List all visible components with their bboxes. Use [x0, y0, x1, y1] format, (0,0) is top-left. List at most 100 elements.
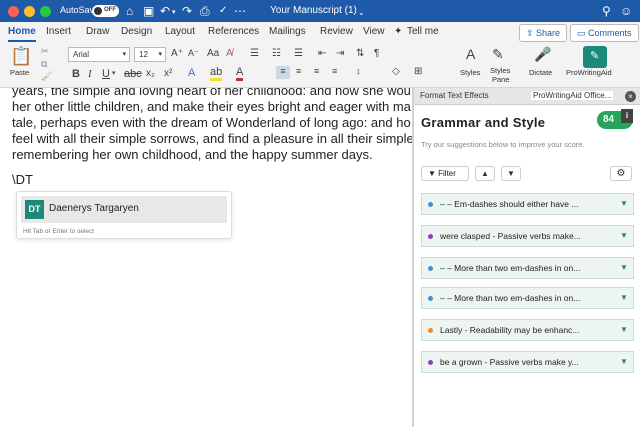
home-icon[interactable]: ⌂: [126, 3, 133, 19]
increase-indent-icon[interactable]: ⇥: [336, 48, 344, 59]
show-formatting-icon[interactable]: ¶: [374, 48, 379, 59]
expand-icon[interactable]: ▼: [620, 199, 628, 208]
bold-icon[interactable]: B: [72, 68, 80, 80]
tab-design[interactable]: Design: [121, 26, 152, 37]
subscript-icon[interactable]: x₂: [146, 68, 155, 79]
expand-icon[interactable]: ▼: [620, 231, 628, 240]
issue-item[interactable]: were clasped - Passive verbs make... ▼: [421, 225, 634, 247]
print-icon[interactable]: ⎙: [200, 3, 210, 19]
styles-pane-icon[interactable]: ✎: [492, 46, 504, 63]
document-body[interactable]: years, the simple and loving heart of he…: [0, 88, 412, 427]
issue-item[interactable]: – – More than two em-dashes in on... ▼: [421, 257, 634, 279]
autocomplete-hint: Hit Tab or Enter to select: [23, 228, 95, 235]
filter-button[interactable]: ▼ Filter: [421, 166, 469, 181]
microphone-icon[interactable]: 🎤: [534, 46, 551, 63]
change-case-icon[interactable]: Aa: [207, 48, 219, 59]
save-icon[interactable]: ▣: [143, 3, 154, 19]
tab-draw[interactable]: Draw: [86, 26, 109, 37]
document-line: feel with all their simple sorrows, and …: [12, 131, 412, 146]
undo-dropdown-icon[interactable]: ▾: [172, 5, 176, 21]
autosave-toggle[interactable]: OFF: [92, 5, 119, 17]
italic-icon[interactable]: I: [88, 68, 92, 80]
font-name-select[interactable]: Arial ▾: [68, 47, 130, 62]
undo-icon[interactable]: ↶: [160, 3, 170, 19]
tab-references[interactable]: References: [208, 26, 259, 37]
close-icon[interactable]: ×: [625, 91, 636, 102]
search-icon[interactable]: ⚲: [602, 3, 611, 19]
prowritingaid-logo-icon: ✎: [590, 50, 600, 62]
minimize-window-button[interactable]: [24, 6, 35, 17]
decrease-indent-icon[interactable]: ⇤: [318, 48, 326, 59]
tab-review[interactable]: Review: [320, 26, 353, 37]
highlight-icon[interactable]: ab: [210, 67, 223, 81]
side-pane-tabs: Format Text Effects ProWritingAid Office…: [414, 88, 640, 105]
chevron-down-button[interactable]: ▼: [501, 166, 521, 181]
title-dropdown-icon[interactable]: ⌄: [358, 5, 365, 21]
text-effects-icon[interactable]: A: [188, 67, 195, 79]
tell-me-search[interactable]: Tell me: [407, 26, 439, 37]
info-icon[interactable]: i: [621, 109, 633, 123]
expand-icon[interactable]: ▼: [620, 325, 628, 334]
issue-item[interactable]: – – Em-dashes should either have ... ▼: [421, 193, 634, 215]
font-size-select[interactable]: 12 ▾: [134, 47, 166, 62]
spelling-check-icon[interactable]: ✓: [219, 3, 227, 19]
align-right-icon[interactable]: ≡: [314, 66, 319, 76]
shrink-font-icon[interactable]: A⁻: [188, 48, 199, 59]
autosave-state: OFF: [104, 7, 116, 13]
expand-icon[interactable]: ▼: [620, 293, 628, 302]
autocomplete-name: Daenerys Targaryen: [49, 203, 139, 214]
multilevel-list-icon[interactable]: ☰: [294, 48, 303, 59]
redo-icon[interactable]: ↷: [182, 3, 192, 19]
line-spacing-icon[interactable]: ↕: [356, 66, 361, 76]
tab-format-text-effects[interactable]: Format Text Effects: [420, 91, 489, 100]
shading-icon[interactable]: ◇: [392, 66, 400, 77]
tab-mailings[interactable]: Mailings: [269, 26, 306, 37]
expand-icon[interactable]: ▼: [620, 357, 628, 366]
copy-icon[interactable]: ⧉: [41, 59, 47, 70]
align-center-icon[interactable]: ≡: [296, 66, 301, 76]
font-color-icon[interactable]: A: [236, 67, 244, 81]
close-window-button[interactable]: [8, 6, 19, 17]
tab-view[interactable]: View: [363, 26, 385, 37]
issue-item[interactable]: – – More than two em-dashes in on... ▼: [421, 287, 634, 309]
tab-home[interactable]: Home: [8, 26, 36, 42]
settings-button[interactable]: ⚙: [610, 166, 632, 181]
gear-icon: ⚙: [616, 168, 626, 179]
tab-prowritingaid[interactable]: ProWritingAid Office...: [531, 91, 614, 100]
borders-icon[interactable]: ⊞: [414, 66, 422, 77]
superscript-icon[interactable]: x²: [164, 68, 172, 79]
strikethrough-icon[interactable]: abc: [124, 68, 142, 80]
document-paragraph[interactable]: years, the simple and loving heart of he…: [12, 88, 412, 163]
chevron-up-icon: ▲: [481, 169, 489, 178]
ribbon-home: 📋 Paste ✂ ⧉ 🖌 Arial ▾ 12 ▾ A⁺ A⁻ Aa A̸ B…: [0, 44, 640, 88]
tab-insert[interactable]: Insert: [46, 26, 71, 37]
issue-item[interactable]: be a grown - Passive verbs make y... ▼: [421, 351, 634, 373]
expand-icon[interactable]: ▼: [620, 263, 628, 272]
autocomplete-item[interactable]: DT Daenerys Targaryen: [21, 196, 227, 223]
more-options-icon[interactable]: ⋯: [234, 3, 246, 19]
grow-font-icon[interactable]: A⁺: [171, 48, 183, 59]
format-painter-icon[interactable]: 🖌: [41, 71, 52, 82]
autocomplete-popup: DT Daenerys Targaryen Hit Tab or Enter t…: [16, 191, 232, 239]
tab-layout[interactable]: Layout: [165, 26, 195, 37]
paste-icon[interactable]: 📋: [10, 46, 32, 67]
cut-icon[interactable]: ✂: [41, 46, 49, 57]
comments-button[interactable]: ▭ Comments: [570, 24, 639, 42]
align-left-icon[interactable]: ≡: [276, 66, 290, 79]
styles-pane-label-1: Styles: [490, 66, 511, 75]
numbering-icon[interactable]: ☷: [272, 48, 281, 59]
sort-icon[interactable]: ⇅: [356, 48, 364, 59]
account-icon[interactable]: ☺: [620, 3, 632, 19]
underline-icon[interactable]: U: [102, 68, 110, 80]
bullets-icon[interactable]: ☰: [250, 48, 259, 59]
justify-icon[interactable]: ≡: [332, 66, 337, 76]
share-button[interactable]: ⇪ Share: [519, 24, 568, 42]
issue-item[interactable]: Lastly - Readability may be enhanc... ▼: [421, 319, 634, 341]
prowritingaid-button[interactable]: ✎: [583, 46, 607, 68]
underline-dropdown-icon[interactable]: ▾: [112, 69, 116, 77]
chevron-up-button[interactable]: ▲: [475, 166, 495, 181]
panel-subtitle: Try our suggestions below to improve you…: [421, 140, 585, 149]
zoom-window-button[interactable]: [40, 6, 51, 17]
styles-icon[interactable]: A: [466, 46, 475, 62]
clear-formatting-icon[interactable]: A̸: [226, 48, 233, 59]
